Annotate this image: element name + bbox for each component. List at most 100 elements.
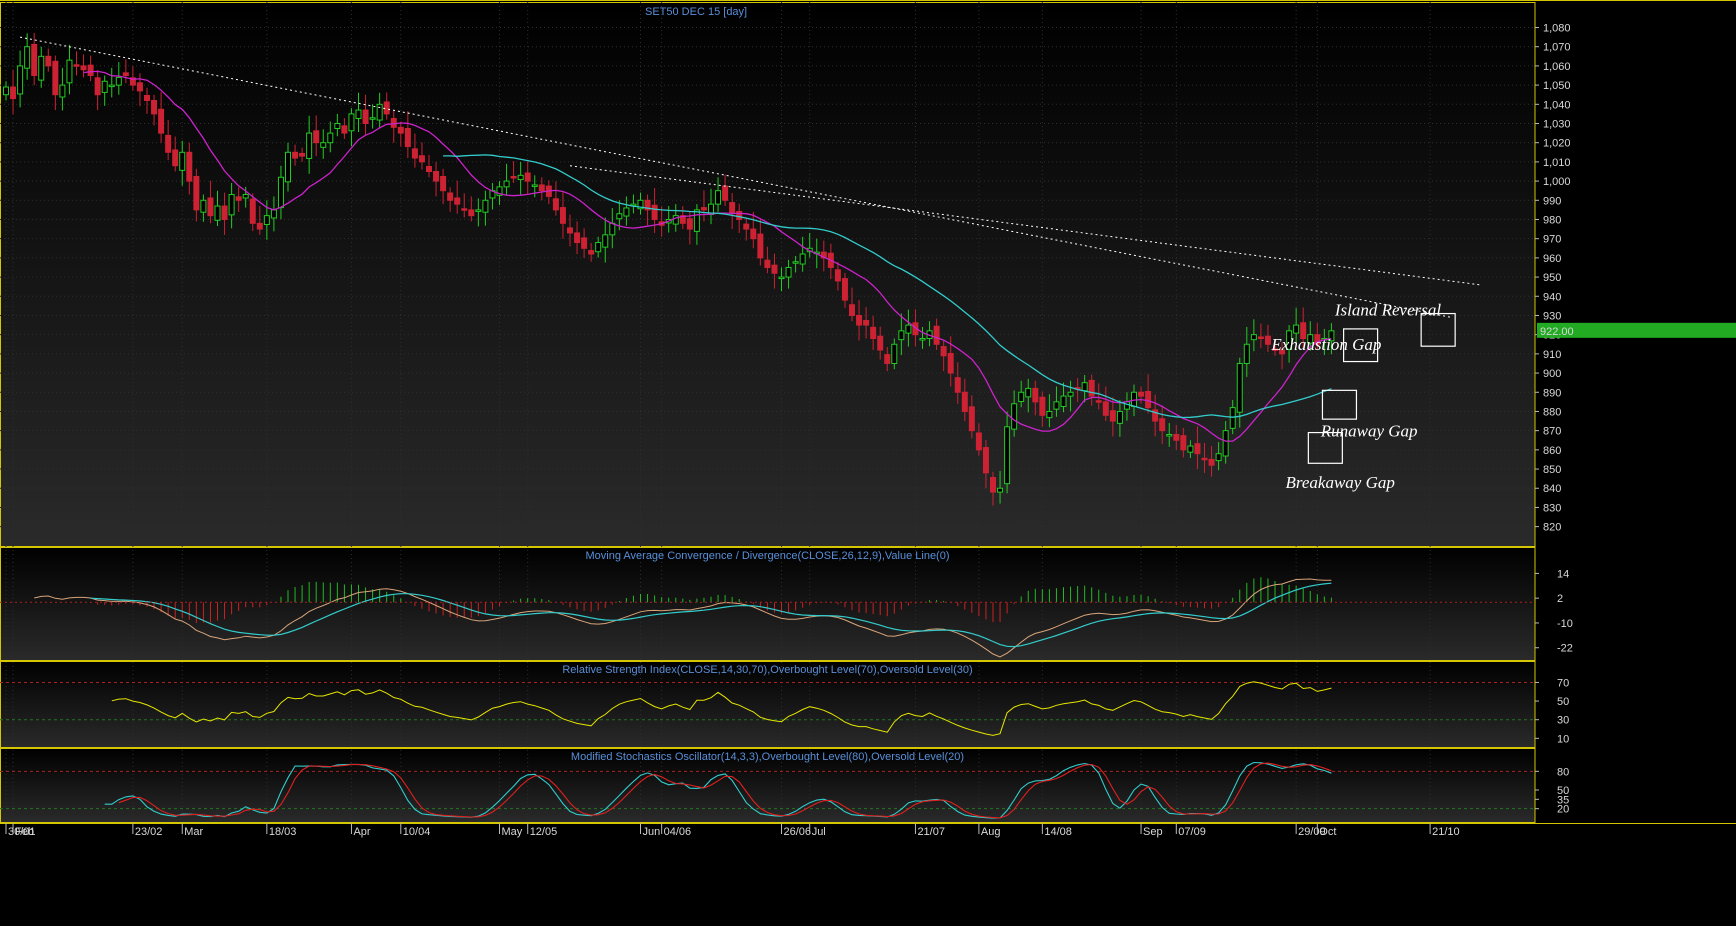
candle-body [1053, 401, 1060, 410]
candle-body [101, 80, 108, 93]
candle-body [411, 148, 418, 159]
time-axis-label: 14/08 [1044, 826, 1072, 838]
price-tick-label: 990 [1543, 195, 1561, 207]
indicator-tick-label: 20 [1557, 804, 1569, 816]
time-axis-label: Sep [1143, 826, 1163, 838]
candle-body [299, 152, 306, 157]
candle-body [1032, 387, 1039, 403]
candle-body [80, 65, 87, 71]
candle-body [982, 447, 989, 474]
candle-body [263, 215, 270, 225]
time-axis-label: Apr [353, 826, 370, 838]
candle-body [834, 269, 841, 282]
candle-body [997, 487, 1004, 493]
candle-body [778, 276, 785, 280]
candle-body [207, 197, 214, 217]
candle-body [1250, 334, 1257, 341]
price-tick-label: 1,000 [1543, 176, 1571, 188]
candle-body [961, 391, 968, 412]
candle-body [390, 118, 397, 128]
candle-body [66, 59, 73, 84]
candle-body [693, 209, 700, 232]
candle-body [426, 166, 432, 172]
candle-body [165, 134, 172, 153]
price-tick-label: 1,010 [1543, 157, 1571, 169]
candle-body [355, 109, 362, 120]
candle-body [94, 77, 101, 96]
candle-body [1222, 430, 1229, 457]
candle-body [729, 202, 736, 215]
candle-body [1060, 395, 1067, 407]
candle-body [1095, 400, 1102, 403]
candle-body [440, 175, 447, 192]
candle-body [1257, 336, 1264, 340]
candle-body [433, 170, 440, 182]
candle-body [334, 123, 341, 129]
candle-body [1025, 387, 1032, 398]
price-tick-label: 1,050 [1543, 80, 1571, 92]
time-axis-label: 18/03 [269, 826, 297, 838]
candle-body [214, 205, 221, 221]
candle-body [743, 223, 750, 230]
candle-body [115, 76, 122, 86]
time-axis-background [0, 823, 1736, 926]
candle-body [764, 259, 771, 268]
candle-body [538, 184, 545, 192]
candle-body [249, 198, 256, 224]
candle-body [841, 278, 848, 301]
candle-body [1039, 396, 1046, 416]
candle-body [736, 210, 743, 220]
candle-body [1264, 335, 1271, 345]
candle-body [73, 64, 80, 67]
candle-body [1123, 401, 1130, 410]
price-tick-label: 860 [1543, 445, 1561, 457]
candle-body [1109, 410, 1116, 422]
price-tick-label: 820 [1543, 522, 1561, 534]
candle-body [905, 324, 912, 334]
candle-body [122, 72, 129, 77]
price-tick-label: 900 [1543, 368, 1561, 380]
candle-body [588, 250, 595, 255]
candle-body [595, 242, 602, 253]
indicator-tick-label: 2 [1557, 593, 1563, 605]
candle-body [524, 172, 531, 182]
pattern-annotation: Runaway Gap [1320, 421, 1418, 440]
candle-body [1201, 457, 1208, 461]
candle-body [242, 194, 249, 199]
indicator-tick-label: -22 [1557, 643, 1573, 655]
candle-body [228, 194, 235, 216]
indicator-title: Moving Average Convergence / Divergence(… [585, 550, 949, 562]
candle-body [1011, 403, 1018, 430]
time-axis-label: 12/05 [530, 826, 558, 838]
indicator-tick-label: 14 [1557, 568, 1569, 580]
candle-body [1187, 445, 1194, 453]
candle-body [863, 319, 870, 326]
candle-body [686, 218, 693, 230]
candle-body [1138, 391, 1145, 397]
candle-body [1236, 362, 1243, 413]
candle-body [461, 208, 468, 211]
candle-body [38, 55, 45, 81]
indicator-tick-label: 10 [1557, 733, 1569, 745]
pattern-annotation: Exhaustion Gap [1270, 335, 1381, 354]
pattern-annotation: Island Reversal [1334, 300, 1442, 319]
indicator-tick-label: 30 [1557, 715, 1569, 727]
candle-body [968, 406, 975, 432]
candle-body [1004, 426, 1011, 485]
candle-body [270, 209, 277, 219]
candle-body [581, 237, 588, 249]
candle-body [418, 155, 425, 163]
candle-body [975, 432, 982, 451]
candle-body [750, 228, 757, 240]
price-tick-label: 890 [1543, 387, 1561, 399]
candle-body [369, 117, 376, 120]
price-tick-label: 840 [1543, 483, 1561, 495]
candle-body [376, 103, 383, 121]
candle-body [609, 222, 616, 236]
time-axis-label: May [502, 826, 523, 838]
indicator-tick-label: -10 [1557, 618, 1573, 630]
candle-body [757, 233, 764, 259]
candle-body [3, 86, 9, 96]
candle-body [87, 64, 94, 77]
price-tick-label: 880 [1543, 406, 1561, 418]
